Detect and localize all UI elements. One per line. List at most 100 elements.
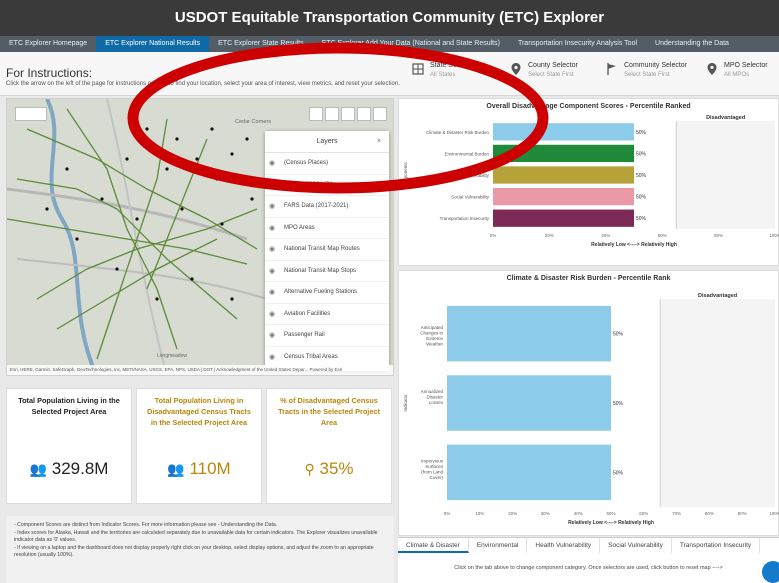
map-pin-icon <box>511 63 521 75</box>
layer-item[interactable]: ◉ FARS Data (2017-2021) <box>265 196 389 218</box>
eye-icon[interactable]: ◉ <box>269 310 279 318</box>
disadvantaged-region <box>676 121 775 229</box>
bar <box>447 375 611 431</box>
overall-scores-svg: Disadvantaged 50% Climate & Disaster Risk … <box>403 115 779 248</box>
climate-burden-chart: Climate & Disaster Risk Burden - Percent… <box>398 270 779 536</box>
close-icon[interactable]: × <box>377 131 381 153</box>
category-label: Social Vulnerability <box>451 195 490 200</box>
bar <box>447 305 611 362</box>
component-tab[interactable]: Climate & Disaster <box>398 538 469 553</box>
map-place-label: Cedar Corners <box>235 119 271 125</box>
tick-label: 70% <box>672 511 681 516</box>
instructions-title: For Instructions: <box>6 66 93 80</box>
layers-list-icon[interactable] <box>341 107 355 121</box>
component-tab[interactable]: Environmental <box>469 538 528 553</box>
kpi-title: % of Disadvantaged Census Tracts in the … <box>278 396 380 427</box>
grid-icon <box>412 63 424 75</box>
reset-map-button[interactable] <box>762 561 779 583</box>
kpi-total-population: Total Population Living in the Selected … <box>6 388 132 504</box>
layer-item[interactable]: ◉ National Transit Map Routes <box>265 239 389 261</box>
bar <box>493 209 634 227</box>
tick-label: 100% <box>769 511 779 516</box>
eye-icon[interactable]: ◉ <box>269 181 279 189</box>
county-selector-label: County Selector <box>528 62 578 69</box>
eye-icon[interactable]: ◉ <box>269 288 279 296</box>
tick-label: 80% <box>705 511 714 516</box>
nav-tab[interactable]: Understanding the Data <box>646 36 738 52</box>
layer-item[interactable]: ◉ MPO Areas <box>265 218 389 239</box>
basemap-toggle[interactable] <box>15 107 47 121</box>
notes-panel: - Component Scores are distinct from Ind… <box>6 516 394 583</box>
note-line: - Component Scores are distinct from Ind… <box>14 522 278 528</box>
bar <box>493 144 634 163</box>
category-label: Annualized Disaster Losses <box>421 389 444 405</box>
eye-icon[interactable]: ◉ <box>269 267 279 275</box>
eye-icon[interactable]: ◉ <box>269 224 279 232</box>
kpi-title: Total Population Living in Disadvantaged… <box>147 396 251 427</box>
nav-tab[interactable]: Transportation Insecurity Analysis Tool <box>509 36 646 52</box>
tick-label: 60% <box>658 233 667 238</box>
component-tabs: Climate & Disaster Environmental Health Vu… <box>398 537 779 553</box>
layer-item[interactable]: ◉ Aviation Facilities <box>265 304 389 325</box>
layers-icon[interactable] <box>357 107 371 121</box>
eye-icon[interactable]: ◉ <box>269 202 279 210</box>
y-axis-label: Indicator <box>403 394 408 412</box>
tick-label: 20% <box>545 233 554 238</box>
component-tab[interactable]: Transportation Insecurity <box>672 538 761 553</box>
kpi-title: Total Population Living in the Selected … <box>18 396 120 416</box>
county-selector[interactable]: County Selector Select State First <box>510 62 578 88</box>
map-view[interactable]: Cedar Corners Longmeadow Layers × ◉ (Cens… <box>6 98 394 376</box>
kpi-value: 👥 110M <box>167 459 231 478</box>
state-selector[interactable]: State Selector All States <box>412 62 474 88</box>
tick-label: 30% <box>541 511 550 516</box>
mpo-selector-value: All MPOs <box>724 72 750 78</box>
layers-panel-header: Layers × <box>265 131 389 153</box>
layer-item[interactable]: ◉ Passenger Rail <box>265 325 389 347</box>
layer-label: National Transit Map Routes <box>284 246 360 253</box>
overall-scores-chart: Overall Disadvantage Component Scores - … <box>398 98 779 266</box>
bar <box>493 123 634 141</box>
bar-value-label: 50% <box>636 151 647 157</box>
nav-tab[interactable]: ETC Explorer Add Your Data (National and… <box>313 36 509 52</box>
bar-value-label: 50% <box>636 173 647 179</box>
category-label: Impervious Surfaces (from Land Cover) <box>421 458 444 480</box>
layer-item[interactable]: ◉ Census 2020 UZAs <box>265 175 389 196</box>
layer-item[interactable]: ◉ Alternative Fueling Stations <box>265 282 389 304</box>
eye-icon[interactable]: ◉ <box>269 245 279 253</box>
component-tab[interactable]: Social Vulnerability <box>600 538 672 553</box>
bar-value-label: 50% <box>613 401 624 407</box>
layers-list: ◉ (Census Places) ◉ Census 2020 UZAs ◉ FARS D… <box>265 153 389 368</box>
basemap-gallery-icon[interactable] <box>373 107 387 121</box>
home-icon[interactable] <box>325 107 339 121</box>
nav-tab[interactable]: ETC Explorer State Results <box>209 36 313 52</box>
threshold-label: Disadvantaged <box>698 293 737 299</box>
eye-icon[interactable]: ◉ <box>269 353 279 361</box>
eye-icon[interactable]: ◉ <box>269 159 279 167</box>
mpo-selector[interactable]: MPO Selector All MPOs <box>706 62 768 88</box>
layers-panel-title: Layers <box>316 138 338 145</box>
category-label: Anticipated Changes in Extreme Weather <box>420 325 443 347</box>
bar-value-label: 50% <box>636 130 647 136</box>
component-tab[interactable]: Health Vulnerability <box>527 538 601 553</box>
layer-label: Alternative Fueling Stations <box>284 289 358 296</box>
layer-label: MPO Areas <box>284 224 315 231</box>
category-label: Environmental Burden <box>444 151 489 156</box>
disadvantaged-region <box>660 299 775 507</box>
note-line: - Index scores for Alaska, Hawaii and th… <box>14 529 378 544</box>
state-selector-value: All States <box>430 72 456 78</box>
layer-item[interactable]: ◉ (Census Places) <box>265 153 389 175</box>
community-selector[interactable]: Community Selector Select State First <box>606 62 687 88</box>
nav-tab[interactable]: ETC Explorer Homepage <box>0 36 96 52</box>
state-selector-label: State Selector <box>430 62 474 69</box>
layer-item[interactable]: ◉ National Transit Map Stops <box>265 261 389 282</box>
kpi-disadvantaged-tracts: % of Disadvantaged Census Tracts in the … <box>266 388 392 504</box>
bar-value-label: 50% <box>636 195 647 201</box>
layers-panel: Layers × ◉ (Census Places) ◉ Census 2020 UZ… <box>265 131 389 371</box>
layer-label: (Census Places) <box>284 160 329 167</box>
county-selector-value: Select State First <box>528 72 574 78</box>
search-icon[interactable] <box>309 107 323 121</box>
nav-tab[interactable]: ETC Explorer National Results <box>96 36 210 52</box>
y-axis-label: Components <box>403 161 408 187</box>
tick-label: 90% <box>738 511 747 516</box>
eye-icon[interactable]: ◉ <box>269 331 279 339</box>
